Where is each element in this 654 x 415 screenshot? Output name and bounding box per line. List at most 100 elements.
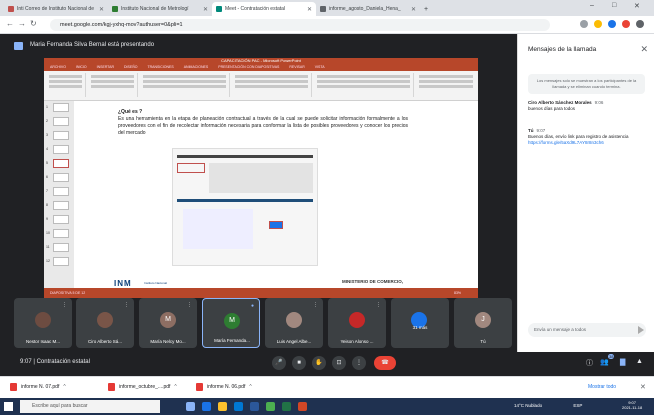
back-icon[interactable]: ← <box>6 19 14 28</box>
menu-icon[interactable] <box>636 20 644 28</box>
self-tile[interactable]: J Tú <box>454 298 512 348</box>
more-options-icon[interactable]: ⋮ <box>62 302 67 308</box>
slides-group[interactable] <box>88 73 138 97</box>
more-options-icon[interactable]: ⋮ <box>187 302 192 308</box>
participant-tile[interactable]: ⋮ Yeison Alonso ... <box>328 298 386 348</box>
chat-message-input[interactable]: Envía un mensaje a todos <box>528 323 646 337</box>
close-tab-icon[interactable]: ✕ <box>411 6 416 13</box>
url-input[interactable]: meet.google.com/kgj-yxhq-mov?authuser=0&… <box>50 19 550 31</box>
people-icon[interactable]: 👥 <box>600 358 609 366</box>
forward-icon[interactable]: → <box>18 19 26 28</box>
participant-tile[interactable]: ⋮ M María Nelcy Mo... <box>139 298 197 348</box>
excel-icon[interactable] <box>282 402 291 411</box>
close-window-button[interactable]: ✕ <box>634 2 640 10</box>
raise-hand-icon[interactable]: ✋ <box>312 356 326 370</box>
file-explorer-icon[interactable] <box>218 402 227 411</box>
editing-group[interactable] <box>416 73 476 97</box>
slide-thumbnail[interactable] <box>53 215 69 224</box>
close-icon[interactable]: ✕ <box>640 44 648 55</box>
close-tab-icon[interactable]: ✕ <box>99 6 104 13</box>
chevron-up-icon[interactable]: ^ <box>174 384 176 390</box>
mic-icon[interactable]: 🎤 <box>272 356 286 370</box>
clock[interactable]: 9:07 2021-11-18 <box>622 400 642 410</box>
ribbon-tab[interactable]: INICIO <box>76 64 87 71</box>
chevron-up-icon[interactable]: ^ <box>249 384 251 390</box>
slide-thumbnail[interactable] <box>53 201 69 210</box>
slide-thumbnail[interactable] <box>53 229 69 238</box>
participant-tile[interactable]: ⋮ Luis Angel Albe... <box>265 298 323 348</box>
slide-thumbnail[interactable] <box>53 243 69 252</box>
download-item[interactable]: informe N. 06.pdf ^ <box>196 383 252 391</box>
download-item[interactable]: informe N. 07.pdf ^ <box>10 383 66 391</box>
word-icon[interactable] <box>250 402 259 411</box>
zoom-level[interactable]: 83% <box>454 291 461 295</box>
slide-thumbnail[interactable] <box>53 117 69 126</box>
minimize-button[interactable]: – <box>590 2 594 9</box>
powerpoint-icon[interactable] <box>298 402 307 411</box>
chat-icon[interactable]: ▇ <box>620 358 625 366</box>
star-icon[interactable] <box>594 20 602 28</box>
ribbon-tab[interactable]: ARCHIVO <box>50 64 66 71</box>
browser-tab-active[interactable]: Meet - Contratación estatal ✕ <box>212 2 316 16</box>
chrome-icon[interactable] <box>266 402 275 411</box>
edge-icon[interactable] <box>202 402 211 411</box>
ribbon-tab[interactable]: INSERTAR <box>97 64 114 71</box>
more-options-icon[interactable]: ⋮ <box>313 302 318 308</box>
ribbon-tab[interactable]: VISTA <box>315 64 325 71</box>
paragraph-group[interactable] <box>232 73 312 97</box>
participant-tile-presenting[interactable]: ● M María Fernanda... <box>202 298 260 348</box>
slide-thumbnail[interactable] <box>53 187 69 196</box>
drawing-group[interactable] <box>314 73 414 97</box>
profile-avatar[interactable] <box>622 20 630 28</box>
slide-thumbnail[interactable] <box>53 173 69 182</box>
more-options-icon[interactable]: ⋮ <box>352 356 366 370</box>
present-icon[interactable]: ⊡ <box>332 356 346 370</box>
chevron-up-icon[interactable]: ^ <box>63 384 65 390</box>
clipboard-group[interactable] <box>46 73 86 97</box>
font-group[interactable] <box>140 73 230 97</box>
new-tab-button[interactable]: + <box>420 2 432 16</box>
clock-date: 2021-11-18 <box>622 405 643 410</box>
extension-icon[interactable] <box>608 20 616 28</box>
maximize-button[interactable]: □ <box>612 2 616 9</box>
ribbon-tab[interactable]: REVISAR <box>289 64 304 71</box>
ribbon-tab[interactable]: DISEÑO <box>124 64 137 71</box>
close-icon[interactable]: ✕ <box>640 383 646 391</box>
slide-canvas[interactable]: ¿Qué es ? Es una herramienta en la etapa… <box>78 101 470 288</box>
more-participants-tile[interactable]: 31 más <box>391 298 449 348</box>
more-options-icon[interactable]: ⋮ <box>124 302 129 308</box>
download-item[interactable]: informe_octubre_....pdf ^ <box>108 383 177 391</box>
taskbar-search-input[interactable]: Escribe aquí para buscar <box>20 400 160 413</box>
slide-thumbnail[interactable] <box>53 103 69 112</box>
message-link[interactable]: https://forms.gle/5aXd9L7AY8r8n3ch6 <box>528 140 604 145</box>
ribbon-tab[interactable]: TRANSICIONES <box>147 64 173 71</box>
slide-thumbnail-selected[interactable] <box>53 159 69 168</box>
task-view-icon[interactable] <box>186 402 195 411</box>
send-icon[interactable] <box>638 326 644 334</box>
weather-text[interactable]: 14°C Nublado <box>514 403 542 408</box>
activities-icon[interactable]: ▲ <box>636 358 643 365</box>
ribbon-tab[interactable]: ANIMACIONES <box>184 64 209 71</box>
slide-thumbnail[interactable] <box>53 257 69 266</box>
end-call-button[interactable]: ☎ <box>374 356 396 370</box>
more-options-icon[interactable]: ⋮ <box>376 302 381 308</box>
close-tab-icon[interactable]: ✕ <box>307 6 312 13</box>
ribbon-tab[interactable]: PRESENTACIÓN CON DIAPOSITIVAS <box>218 64 279 71</box>
participant-tile[interactable]: ⋮ Ciro Alberto Sá... <box>76 298 134 348</box>
participant-tile[interactable]: ⋮ Nestor Isaac M... <box>14 298 72 348</box>
close-tab-icon[interactable]: ✕ <box>203 6 208 13</box>
slide-thumbnail[interactable] <box>53 145 69 154</box>
share-icon[interactable] <box>580 20 588 28</box>
chat-panel: Mensajes de la llamada ✕ Los mensajes so… <box>517 34 654 357</box>
language-indicator[interactable]: ESP <box>573 403 582 408</box>
reload-icon[interactable]: ↻ <box>30 19 37 28</box>
store-icon[interactable] <box>234 402 243 411</box>
info-icon[interactable]: ⓘ <box>586 358 593 368</box>
camera-icon[interactable]: ■ <box>292 356 306 370</box>
browser-tab[interactable]: Inti Correo de Instituto Nacional de ✕ <box>4 2 108 16</box>
slide-thumbnail[interactable] <box>53 131 69 140</box>
show-all-downloads-link[interactable]: Mostrar todo <box>588 384 616 390</box>
browser-tab[interactable]: informe_agosto_Daniela_Hena_ ✕ <box>316 2 420 16</box>
browser-tab[interactable]: Instituto Nacional de Metrologí ✕ <box>108 2 212 16</box>
windows-start-icon[interactable] <box>4 402 13 411</box>
